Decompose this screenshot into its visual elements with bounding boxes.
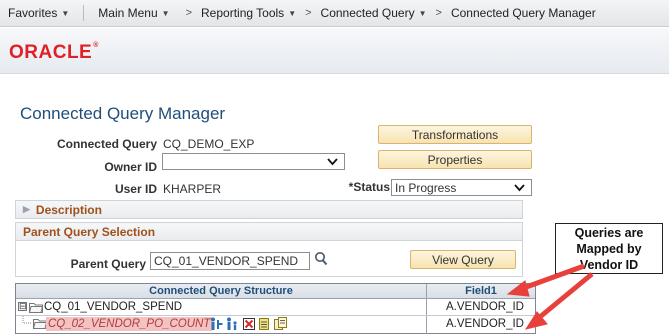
annotation-arrows	[506, 263, 594, 330]
